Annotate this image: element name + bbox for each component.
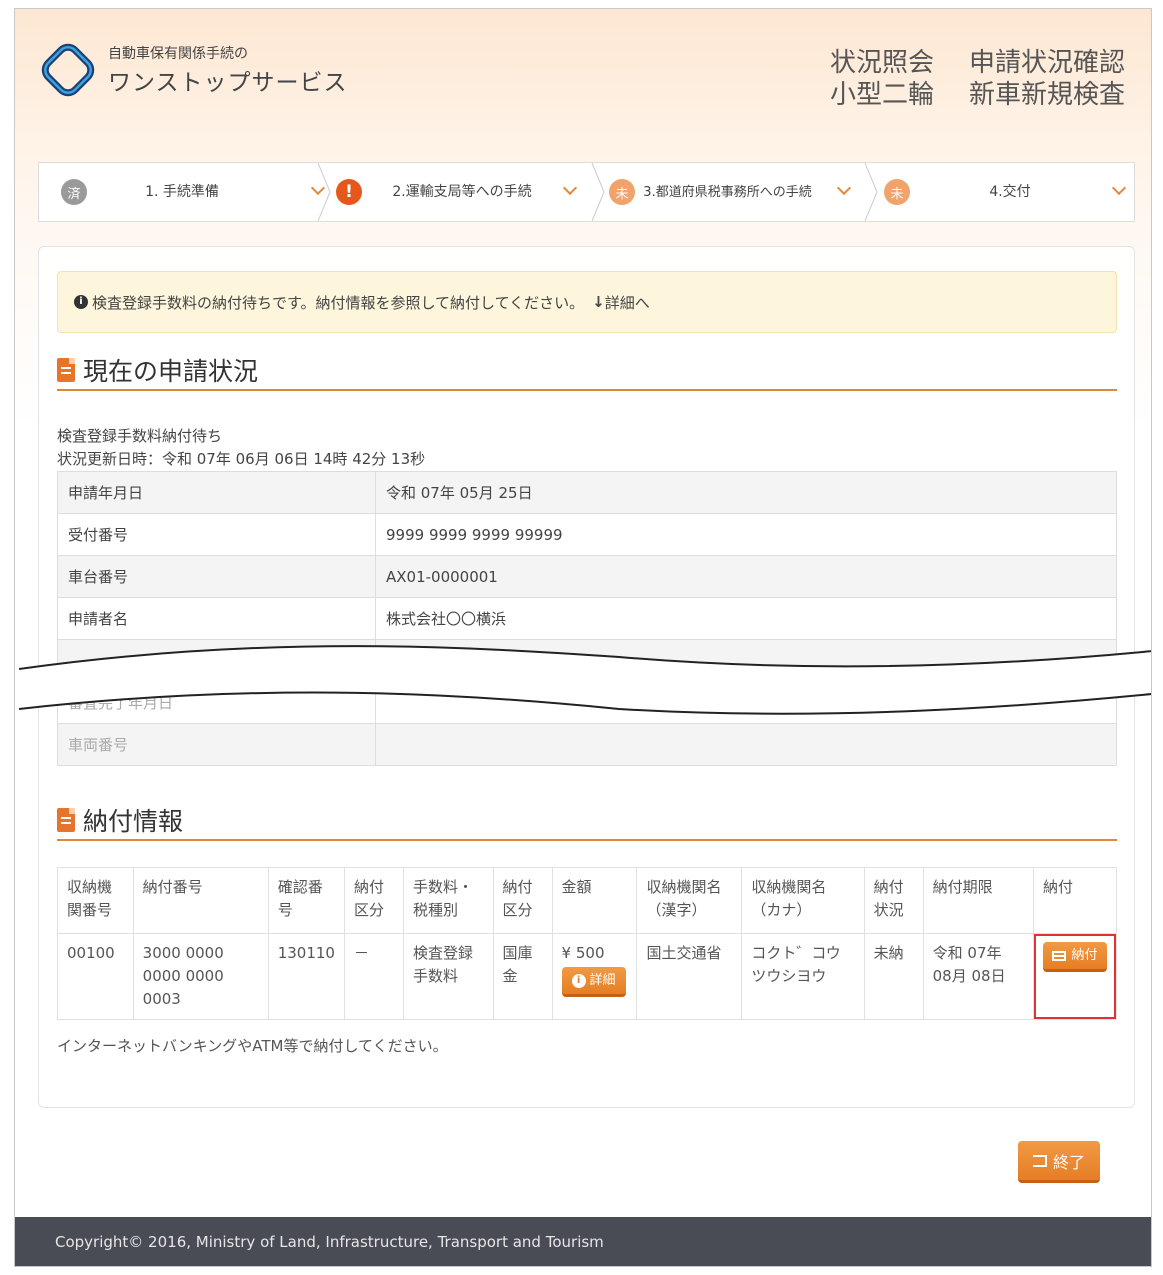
table-row: 車両番号 [57,723,1117,766]
table-row: 申請年月日 令和 07年 05月 25日 [57,471,1117,514]
status-section-title: 現在の申請状況 [83,357,259,386]
detail-button-label: 詳細 [589,973,616,988]
service-title: ワンストップサービス [108,70,348,96]
chevron-down-icon [1111,180,1127,196]
warning-icon: ! [336,179,362,205]
title-left-line1: 状況照会 [830,48,935,78]
col-header: 収納機関名（漢字） [636,867,743,934]
step-separator [317,163,331,221]
detail-button[interactable]: i 詳細 [561,967,626,997]
amount-cell: ¥ 500 i 詳細 [551,933,638,1020]
confirm-number: 130110 [267,933,345,1020]
status-section-header: 現在の申請状況 [57,351,1117,391]
status-updated: 状況更新日時：令和 07年 06月 06日 14時 42分 13秒 [57,450,426,468]
payment-status: 未納 [863,933,924,1020]
payment-section-header: 納付情報 [57,801,1117,841]
alert-detail-link[interactable]: 詳細へ [605,292,650,313]
table-row: 車台番号 AX01-0000001 [57,555,1117,598]
step-separator [591,163,605,221]
step-2[interactable]: ! 2.運輸支局等への手続 [336,163,596,221]
row-key: 車台番号 [57,555,376,598]
title-right-line2: 新車新規検査 [969,80,1126,110]
step-separator [864,163,878,221]
pay-cell: 納付 [1033,933,1117,1020]
row-value: AX01-0000001 [375,555,1117,598]
col-header: 納付番号 [132,867,269,934]
col-header: 確認番号 [267,867,345,934]
payment-class: 国庫金 [492,933,553,1020]
col-header: 手数料・税種別 [403,867,494,934]
status-label: 検査登録手数料納付待ち [57,427,223,445]
col-header: 収納機関番号 [57,867,134,934]
step-4-label: 4.交付 [989,183,1031,200]
pending-icon: 未 [609,179,635,205]
page: 自動車保有関係手続の ワンストップサービス 状況照会 小型二輪 申請状況確認 新… [14,8,1152,1267]
col-header: 納付区分 [492,867,553,934]
agency-name-kanji: 国土交通省 [636,933,743,1020]
table-row: 00100 3000 0000 0000 0000 0003 130110 － … [57,933,1117,1020]
chevron-down-icon [836,180,852,196]
row-value [375,723,1117,766]
step-2-label: 2.運輸支局等への手続 [392,183,532,200]
row-key: 申請年月日 [57,471,376,514]
row-key: 受付番号 [57,513,376,556]
col-header: 納付期限 [922,867,1035,934]
payment-number: 3000 0000 0000 0000 0003 [132,933,269,1020]
table-header-row: 収納機関番号 納付番号 確認番号 納付区分 手数料・税種別 納付区分 金額 収納… [57,867,1117,934]
step-3[interactable]: 未 3.都道府県税事務所への手続 [609,163,869,221]
credit-card-icon [1052,950,1067,961]
page-title-right: 申請状況確認 新車新規検査 [969,47,1125,111]
title-right-line1: 申請状況確認 [969,48,1126,78]
table-row: 申請者名 株式会社〇〇横浜 [57,597,1117,640]
col-header: 収納機関名（カナ） [741,867,865,934]
end-button[interactable]: 終了 [1018,1141,1100,1183]
pay-button[interactable]: 納付 [1043,942,1107,972]
step-4[interactable]: 未 4.交付 [884,163,1134,221]
chevron-down-icon [562,180,578,196]
document-icon [57,808,75,832]
alert-message: 検査登録手数料の納付待ちです。納付情報を参照して納付してください。 [92,293,585,312]
payment-note: インターネットバンキングやATM等で納付してください。 [57,1037,448,1055]
page-title-left: 状況照会 小型二輪 [830,47,934,111]
main-panel: i 検査登録手数料の納付待ちです。納付情報を参照して納付してください。 ↓ 詳細… [19,246,1151,1108]
page-break-mark [19,645,1151,715]
pay-button-label: 納付 [1071,948,1098,963]
info-icon: i [74,295,88,309]
copyright: Copyright© 2016, Ministry of Land, Infra… [55,1232,604,1251]
row-value: 9999 9999 9999 99999 [375,513,1117,556]
progress-steps: 済 1. 手続準備 ! 2.運輸支局等への手続 未 3.都道府県税事務所への手続… [38,162,1135,222]
alert-banner: i 検査登録手数料の納付待ちです。納付情報を参照して納付してください。 ↓ 詳細… [57,271,1117,333]
row-key: 車両番号 [57,723,376,766]
payment-table: 収納機関番号 納付番号 確認番号 納付区分 手数料・税種別 納付区分 金額 収納… [57,867,1117,1020]
title-left-line2: 小型二輪 [830,80,935,110]
row-value: 株式会社〇〇横浜 [375,597,1117,640]
end-button-label: 終了 [1052,1152,1085,1172]
payment-section-title: 納付情報 [83,807,184,836]
row-value: 令和 07年 05月 25日 [375,471,1117,514]
payment-deadline: 令和 07年 08月 08日 [922,933,1035,1020]
step-1-label: 1. 手続準備 [145,183,219,200]
col-header: 納付区分 [343,867,405,934]
pending-icon: 未 [884,179,910,205]
logo-icon [41,43,95,97]
table-row: 受付番号 9999 9999 9999 99999 [57,513,1117,556]
fee-type: 検査登録手数料 [403,933,494,1020]
done-icon: 済 [61,179,87,205]
info-icon: i [571,973,586,988]
agency-number: 00100 [57,933,134,1020]
agency-name-kana: コクト゛コウツウシヨウ [741,933,865,1020]
exit-icon [1032,1154,1047,1167]
arrow-down-icon: ↓ [592,293,605,311]
amount: ¥ 500 [561,944,605,962]
col-header: 金額 [551,867,638,934]
col-header: 納付状況 [863,867,924,934]
payment-division: － [343,933,405,1020]
footer: Copyright© 2016, Ministry of Land, Infra… [15,1217,1151,1266]
step-3-label: 3.都道府県税事務所への手続 [643,184,812,200]
document-icon [57,358,75,382]
row-key: 申請者名 [57,597,376,640]
service-subtitle: 自動車保有関係手続の [108,46,248,62]
step-1[interactable]: 済 1. 手続準備 [61,163,326,221]
col-header: 納付 [1033,867,1117,934]
